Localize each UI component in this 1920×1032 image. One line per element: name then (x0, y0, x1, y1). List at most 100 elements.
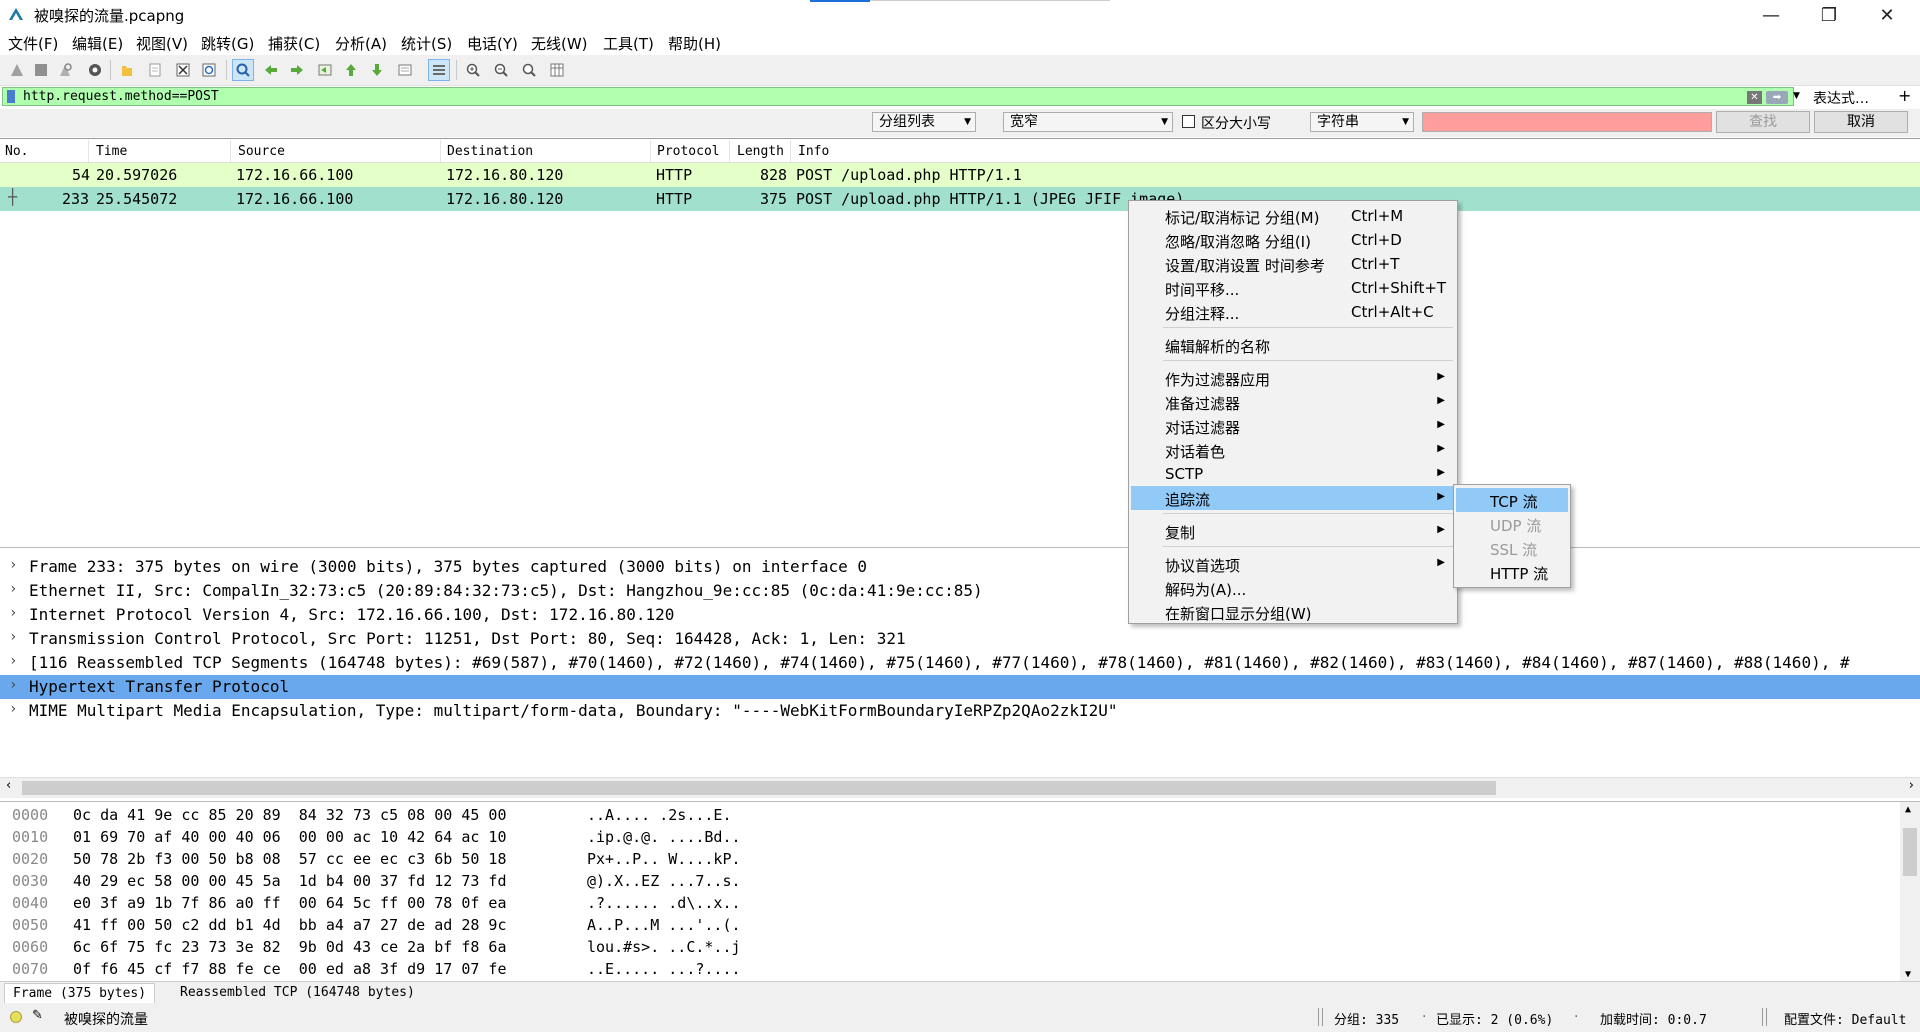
save-file-icon[interactable] (144, 59, 166, 81)
search-scope-select[interactable]: 分组列表 ▼ (872, 112, 976, 132)
zoom-in-icon[interactable] (462, 59, 484, 81)
menu-item-time-reference[interactable]: 设置/取消设置 时间参考 Ctrl+T (1131, 252, 1455, 276)
column-header-length[interactable]: Length (737, 144, 784, 159)
packet-row[interactable]: 54 20.597026 172.16.66.100 172.16.80.120… (0, 163, 1920, 187)
go-to-packet-icon[interactable] (314, 59, 336, 81)
scroll-up-icon[interactable]: ▲ (1905, 804, 1911, 815)
chevron-right-icon[interactable]: › (9, 581, 17, 597)
menu-go[interactable]: 跳转(G) (201, 33, 254, 54)
column-header-destination[interactable]: Destination (447, 144, 533, 159)
auto-scroll-icon[interactable] (394, 59, 416, 81)
menu-item-mark-packet[interactable]: 标记/取消标记 分组(M) Ctrl+M (1131, 204, 1455, 228)
menu-statistics[interactable]: 统计(S) (401, 33, 452, 54)
detail-row-ip[interactable]: › Internet Protocol Version 4, Src: 172.1… (0, 603, 1920, 627)
restart-capture-icon[interactable] (54, 59, 76, 81)
menu-item-show-in-new-window[interactable]: 在新窗口显示分组(W) (1131, 600, 1455, 624)
maximize-button[interactable]: ❐ (1800, 0, 1858, 30)
menu-wireless[interactable]: 无线(W) (531, 33, 588, 54)
detail-row-frame[interactable]: › Frame 233: 375 bytes on wire (3000 bits… (0, 555, 1920, 579)
packet-row-selected[interactable]: ┼ 233 25.545072 172.16.66.100 172.16.80.… (0, 187, 1920, 211)
filter-history-chevron-icon[interactable]: ▼ (1793, 91, 1800, 101)
column-header-protocol[interactable]: Protocol (657, 144, 720, 159)
menu-item-time-shift[interactable]: 时间平移... Ctrl+Shift+T (1131, 276, 1455, 300)
find-packet-icon[interactable] (232, 59, 254, 81)
scrollbar-thumb[interactable] (1903, 828, 1917, 876)
chevron-right-icon[interactable]: › (9, 701, 17, 717)
chevron-right-icon[interactable]: › (9, 557, 17, 573)
menu-item-apply-as-filter[interactable]: 作为过滤器应用 ▶ (1131, 366, 1455, 390)
add-filter-button[interactable]: + (1898, 86, 1911, 105)
menu-view[interactable]: 视图(V) (136, 33, 188, 54)
search-input[interactable] (1422, 112, 1712, 132)
detail-row-mime[interactable]: › MIME Multipart Media Encapsulation, Typ… (0, 699, 1920, 723)
display-filter-input[interactable]: http.request.method==POST ✕ ➡ ▼ (2, 87, 1800, 106)
expert-info-icon[interactable] (10, 1011, 22, 1023)
zoom-out-icon[interactable] (490, 59, 512, 81)
last-packet-icon[interactable] (366, 59, 388, 81)
colorize-icon[interactable] (428, 59, 450, 81)
menu-item-follow-stream[interactable]: 追踪流 ▶ (1131, 486, 1455, 510)
details-horizontal-scrollbar[interactable]: ‹ › (0, 777, 1920, 798)
tab-reassembled-tcp[interactable]: Reassembled TCP (164748 bytes) (172, 983, 423, 1003)
go-forward-icon[interactable] (286, 59, 308, 81)
reload-file-icon[interactable] (198, 59, 220, 81)
search-type-select[interactable]: 字符串 ▼ (1310, 112, 1414, 132)
chevron-right-icon[interactable]: › (9, 629, 17, 645)
menu-item-conversation-filter[interactable]: 对话过滤器 ▶ (1131, 414, 1455, 438)
case-sensitive-checkbox[interactable] (1182, 115, 1195, 128)
menu-item-prepare-filter[interactable]: 准备过滤器 ▶ (1131, 390, 1455, 414)
first-packet-icon[interactable] (340, 59, 362, 81)
menu-capture[interactable]: 捕获(C) (268, 33, 320, 54)
find-button[interactable]: 查找 (1716, 111, 1810, 133)
detail-row-tcp[interactable]: › Transmission Control Protocol, Src Port… (0, 627, 1920, 651)
bytes-vertical-scrollbar[interactable]: ▲ ▼ (1900, 802, 1920, 982)
close-file-icon[interactable] (172, 59, 194, 81)
menu-item-colorize-conversation[interactable]: 对话着色 ▶ (1131, 438, 1455, 462)
menu-item-decode-as[interactable]: 解码为(A)... (1131, 576, 1455, 600)
menu-item-sctp[interactable]: SCTP ▶ (1131, 462, 1455, 486)
scroll-left-icon[interactable]: ‹ (6, 778, 11, 793)
scroll-right-icon[interactable]: › (1909, 778, 1914, 793)
column-header-source[interactable]: Source (238, 144, 285, 159)
chevron-right-icon[interactable]: › (9, 605, 17, 621)
status-profile[interactable]: 配置文件: Default (1784, 1009, 1906, 1028)
column-header-no[interactable]: No. (5, 144, 28, 159)
normal-size-icon[interactable] (518, 59, 540, 81)
close-button[interactable]: ✕ (1858, 0, 1916, 30)
stop-capture-icon[interactable] (30, 59, 52, 81)
start-capture-icon[interactable] (6, 59, 28, 81)
menu-item-http-stream[interactable]: HTTP 流 (1456, 560, 1568, 584)
menu-analyze[interactable]: 分析(A) (335, 33, 387, 54)
display-filter-text[interactable]: http.request.method==POST (23, 89, 219, 104)
menu-item-ignore-packet[interactable]: 忽略/取消忽略 分组(I) Ctrl+D (1131, 228, 1455, 252)
menu-item-copy[interactable]: 复制 ▶ (1131, 519, 1455, 543)
menu-tools[interactable]: 工具(T) (603, 33, 654, 54)
edit-comment-icon[interactable]: ✎ (32, 1008, 43, 1023)
chevron-right-icon[interactable]: › (9, 653, 17, 669)
column-header-time[interactable]: Time (96, 144, 127, 159)
menu-file[interactable]: 文件(F) (8, 33, 58, 54)
expression-button[interactable]: 表达式… (1813, 88, 1869, 108)
detail-row-ethernet[interactable]: › Ethernet II, Src: CompalIn_32:73:c5 (20… (0, 579, 1920, 603)
menu-telephony[interactable]: 电话(Y) (467, 33, 518, 54)
clear-filter-icon[interactable]: ✕ (1747, 91, 1762, 104)
scrollbar-thumb[interactable] (22, 781, 1496, 795)
column-header-info[interactable]: Info (798, 144, 829, 159)
menu-item-tcp-stream[interactable]: TCP 流 (1456, 488, 1568, 512)
bookmark-icon[interactable] (7, 90, 15, 103)
resize-columns-icon[interactable] (546, 59, 568, 81)
cancel-button[interactable]: 取消 (1814, 111, 1908, 133)
capture-options-icon[interactable] (84, 59, 106, 81)
tab-frame-bytes[interactable]: Frame (375 bytes) (4, 983, 156, 1003)
go-back-icon[interactable] (260, 59, 282, 81)
menu-help[interactable]: 帮助(H) (668, 33, 721, 54)
menu-item-edit-resolved-name[interactable]: 编辑解析的名称 (1131, 333, 1455, 357)
apply-filter-icon[interactable]: ➡ (1766, 91, 1788, 104)
detail-row-reassembled[interactable]: › [116 Reassembled TCP Segments (164748 b… (0, 651, 1920, 675)
menu-item-protocol-preferences[interactable]: 协议首选项 ▶ (1131, 552, 1455, 576)
open-file-icon[interactable] (116, 59, 138, 81)
minimize-button[interactable]: — (1742, 0, 1800, 30)
detail-row-http[interactable]: › Hypertext Transfer Protocol (0, 675, 1920, 699)
menu-edit[interactable]: 编辑(E) (72, 33, 123, 54)
scroll-down-icon[interactable]: ▼ (1905, 969, 1911, 980)
